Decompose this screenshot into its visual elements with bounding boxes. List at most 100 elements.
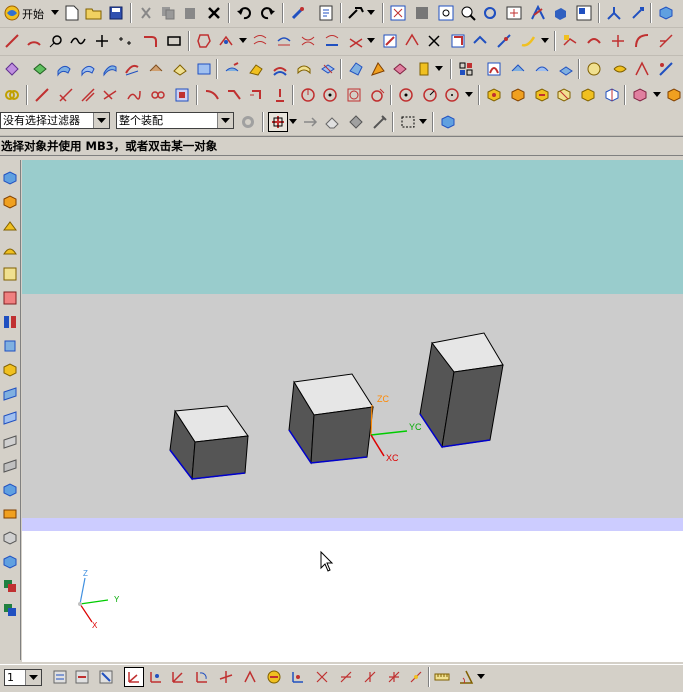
chamfer-sketch-icon[interactable] [224, 85, 244, 105]
tangent-circle-icon[interactable] [368, 85, 388, 105]
quick-trim-icon[interactable] [78, 85, 98, 105]
extension-icon[interactable] [222, 59, 242, 79]
reposition-component-icon[interactable] [554, 85, 574, 105]
information-icon[interactable] [316, 3, 336, 23]
paste-icon[interactable] [180, 3, 200, 23]
csys-zx-icon[interactable] [360, 667, 380, 687]
history-list-tab-icon[interactable] [0, 360, 19, 380]
sketch-corner-icon[interactable] [632, 31, 652, 51]
move-pole-icon[interactable] [508, 59, 528, 79]
wcs-origin-icon[interactable] [146, 667, 166, 687]
shaded-view-icon[interactable] [550, 3, 570, 23]
make-corner-icon[interactable] [124, 85, 144, 105]
divide-curve-icon[interactable] [470, 31, 490, 51]
join-curve-icon[interactable] [298, 31, 318, 51]
sheet-metal-tab-icon[interactable] [0, 504, 19, 524]
bridge-curve-icon[interactable] [274, 31, 294, 51]
trim-curve-icon[interactable] [424, 31, 444, 51]
component-group-tab-icon[interactable] [0, 576, 19, 596]
add-component-icon[interactable] [484, 85, 504, 105]
trim-body-icon[interactable] [368, 59, 388, 79]
intersection-curve-icon[interactable] [346, 31, 366, 51]
project-curve-icon[interactable] [322, 31, 342, 51]
offset-sketch-icon[interactable] [270, 85, 290, 105]
wcs-save-icon[interactable] [264, 667, 284, 687]
csys-yz-icon[interactable] [336, 667, 356, 687]
assembly-settings-icon[interactable] [238, 112, 258, 132]
circle-point-on-icon[interactable] [396, 85, 416, 105]
studio-spline-icon[interactable] [148, 85, 168, 105]
reuse-library-tab-icon[interactable] [0, 240, 19, 260]
sketch-array-icon[interactable] [172, 85, 192, 105]
part-navigator-icon[interactable] [438, 112, 458, 132]
move-selection-icon[interactable] [346, 112, 366, 132]
mate-component-icon[interactable] [532, 85, 552, 105]
trimmed-sheet-icon[interactable] [346, 59, 366, 79]
edit-fillet-icon[interactable] [494, 31, 514, 51]
constraint-navigator-tab-icon[interactable] [0, 384, 19, 404]
fillet-sketch-icon[interactable] [202, 85, 222, 105]
rectangle-icon[interactable] [164, 31, 184, 51]
law-extension-icon[interactable] [246, 59, 266, 79]
fit-view-icon[interactable] [388, 3, 408, 23]
zoom-in-out-icon[interactable] [458, 3, 478, 23]
wcs-orient-icon[interactable] [216, 667, 236, 687]
change-stiffness-icon[interactable] [556, 59, 576, 79]
weld-tab-icon[interactable] [0, 552, 19, 572]
dropdown-arrow-icon[interactable] [93, 113, 109, 128]
explosion-view-icon[interactable] [630, 85, 650, 105]
through-curves-icon[interactable] [54, 59, 74, 79]
mirror-assembly-icon[interactable] [602, 85, 622, 105]
block-solid-2[interactable] [288, 373, 374, 465]
open-folder-icon[interactable] [84, 3, 104, 23]
process-studio-tab-icon[interactable] [0, 456, 19, 476]
through-points-surface-icon[interactable] [2, 59, 22, 79]
dropdown-arrow-icon[interactable] [418, 112, 428, 132]
history-tab-icon[interactable] [0, 216, 19, 236]
sketch-curve-icon[interactable] [584, 31, 604, 51]
wcs-display-icon[interactable] [124, 667, 144, 687]
circle-diameter-icon[interactable] [442, 85, 462, 105]
assembly-navigator-icon[interactable] [664, 85, 683, 105]
graphics-window[interactable]: ZC YC XC Z Y X [22, 160, 683, 662]
circle-radius-icon[interactable] [420, 85, 440, 105]
through-curve-mesh-icon[interactable] [78, 59, 98, 79]
point-icon[interactable] [92, 31, 112, 51]
ruled-surface-icon[interactable] [30, 59, 50, 79]
offset-surface-icon[interactable] [270, 59, 290, 79]
cut-icon[interactable] [136, 3, 156, 23]
soft-blend-icon[interactable] [414, 59, 434, 79]
web-browser-tab-icon[interactable] [0, 312, 19, 332]
eraser-icon[interactable] [322, 112, 342, 132]
dropdown-arrow-icon[interactable] [464, 85, 474, 105]
circle-point-icon[interactable] [46, 31, 66, 51]
reflection-icon[interactable] [610, 59, 630, 79]
sketch-constraint-icon[interactable] [656, 31, 676, 51]
new-file-icon[interactable] [62, 3, 82, 23]
component-array-icon[interactable] [578, 85, 598, 105]
save-icon[interactable] [106, 3, 126, 23]
polygon-icon[interactable] [194, 31, 214, 51]
deviation-icon[interactable] [656, 59, 676, 79]
assembly-load-tab-icon[interactable] [0, 528, 19, 548]
work-layer-dropdown[interactable]: 1 [4, 669, 42, 686]
dropdown-arrow-icon[interactable] [476, 667, 486, 687]
profile-icon[interactable] [32, 85, 52, 105]
hedgehog-icon[interactable] [632, 59, 652, 79]
wave-tab-icon[interactable] [0, 600, 19, 620]
dropdown-arrow-icon[interactable] [366, 3, 376, 23]
dropdown-arrow-icon[interactable] [434, 59, 444, 79]
deselect-icon[interactable] [300, 112, 320, 132]
part-navigator-tab-icon[interactable] [0, 192, 19, 212]
perspective-icon[interactable] [528, 3, 548, 23]
csys-xy-icon[interactable] [312, 667, 332, 687]
start-menu-button[interactable]: 开始 [22, 6, 44, 22]
section-surface-icon[interactable] [122, 59, 142, 79]
csys-point-icon[interactable] [406, 667, 426, 687]
copy-icon[interactable] [158, 3, 178, 23]
datum-csys-icon[interactable] [288, 667, 308, 687]
grid-view-icon[interactable] [456, 59, 476, 79]
wcs-axis-icon[interactable] [240, 667, 260, 687]
tools-wrench-icon[interactable] [346, 3, 366, 23]
square-circle-icon[interactable] [344, 85, 364, 105]
